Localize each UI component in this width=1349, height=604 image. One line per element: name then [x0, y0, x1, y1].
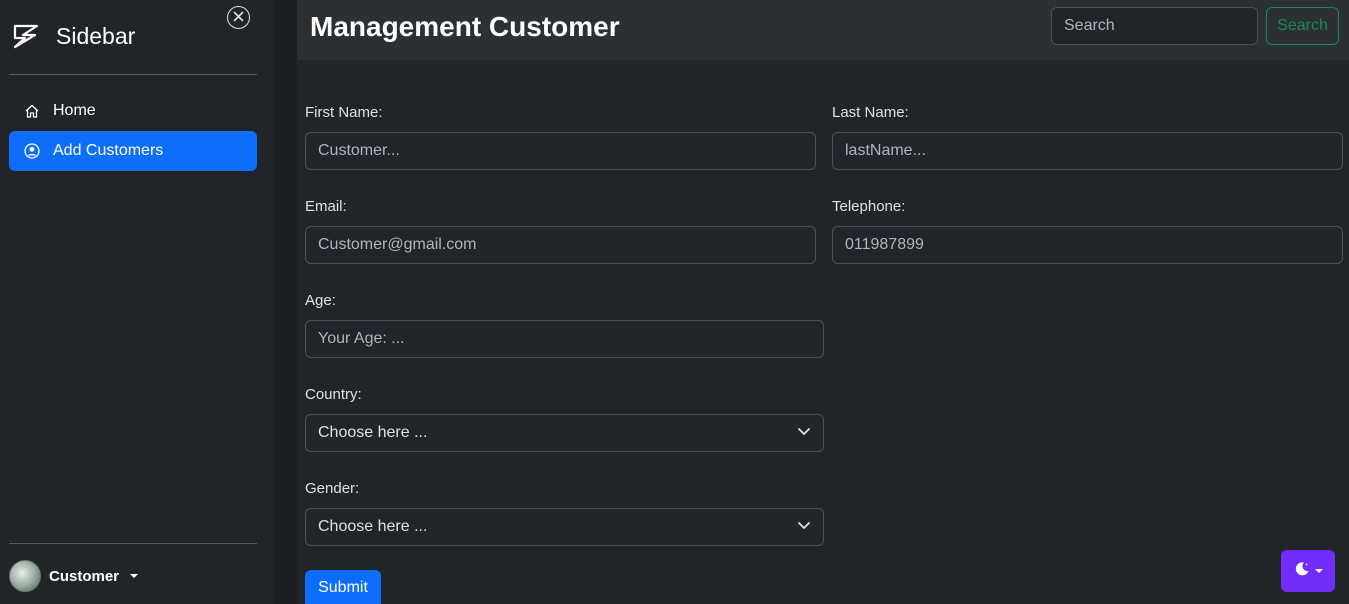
chevron-down-icon [797, 424, 811, 443]
first-name-field[interactable] [305, 132, 816, 170]
last-name-field[interactable] [832, 132, 1343, 170]
user-menu[interactable]: Customer [9, 560, 139, 592]
email-field[interactable] [305, 226, 816, 264]
sidebar-gutter [273, 0, 297, 604]
country-select[interactable]: Choose here ... [305, 414, 824, 452]
first-name-label: First Name: [305, 104, 383, 121]
telephone-label: Telephone: [832, 198, 906, 215]
theme-toggle-button[interactable] [1281, 550, 1335, 592]
avatar [9, 560, 41, 592]
age-field[interactable] [305, 320, 824, 358]
sidebar-item-label: Add Customers [53, 142, 164, 159]
telephone-field[interactable] [832, 226, 1343, 264]
close-icon [233, 9, 244, 27]
gender-select[interactable]: Choose here ... [305, 508, 824, 546]
gender-select-value: Choose here ... [318, 518, 428, 535]
sidebar-item-add-customers[interactable]: Add Customers [9, 131, 257, 171]
sidebar: Sidebar Home Add Customers Customer [0, 0, 273, 604]
user-circle-icon [24, 143, 40, 159]
sidebar-item-label: Home [53, 102, 96, 119]
caret-down-icon [1315, 569, 1323, 573]
moon-icon [1293, 560, 1311, 583]
page-title: Management Customer [310, 11, 620, 42]
sidebar-divider-bottom [9, 543, 257, 544]
brand-title: Sidebar [56, 22, 136, 49]
search-input[interactable] [1051, 7, 1258, 45]
email-label: Email: [305, 198, 347, 215]
country-select-value: Choose here ... [318, 424, 428, 441]
caret-down-icon [130, 574, 139, 578]
close-sidebar-button[interactable] [227, 6, 250, 29]
gender-label: Gender: [305, 480, 360, 497]
chevron-down-icon [797, 518, 811, 537]
lightning-icon [10, 20, 42, 52]
app-root: Sidebar Home Add Customers Customer Mana… [0, 0, 1349, 604]
topbar: Management Customer Search [297, 0, 1349, 60]
country-label: Country: [305, 386, 362, 403]
sidebar-divider-top [9, 74, 257, 75]
sidebar-item-home[interactable]: Home [9, 91, 257, 131]
submit-button[interactable]: Submit [305, 570, 381, 604]
age-label: Age: [305, 292, 336, 309]
user-name: Customer [49, 567, 120, 585]
home-icon [24, 103, 40, 119]
last-name-label: Last Name: [832, 104, 909, 121]
sidebar-brand[interactable]: Sidebar [10, 18, 135, 54]
search-button[interactable]: Search [1266, 7, 1339, 45]
